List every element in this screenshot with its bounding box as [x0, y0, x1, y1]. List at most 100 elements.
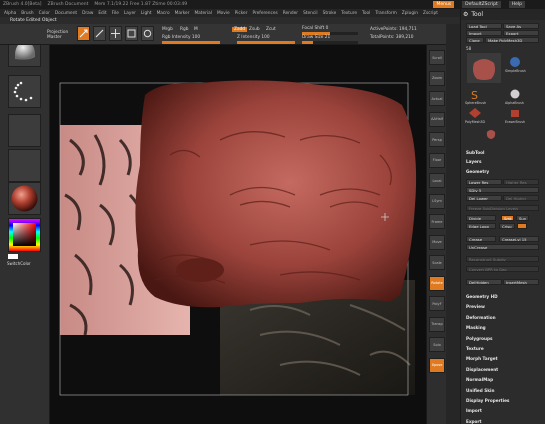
projection-master-button[interactable]: Projection Master: [47, 30, 73, 40]
draw-button[interactable]: [93, 26, 106, 41]
crease-level-slider[interactable]: CreaseLvl 15: [499, 236, 539, 242]
import-button[interactable]: Import: [466, 30, 502, 36]
menu-zscript[interactable]: Zscript: [423, 11, 438, 16]
crease-button[interactable]: Crease: [466, 236, 496, 242]
scale-button[interactable]: [125, 26, 138, 41]
divide-button[interactable]: Divide: [466, 215, 496, 221]
menu-stroke[interactable]: Stroke: [323, 11, 337, 16]
help-button[interactable]: Help: [508, 1, 525, 8]
default-zscript-button[interactable]: DefaultZScript: [462, 1, 501, 8]
section-displacement[interactable]: Displacement: [466, 367, 498, 372]
tool-thumb-simplebrush[interactable]: [507, 55, 523, 69]
section-preview[interactable]: Preview: [466, 304, 485, 309]
section-deformation[interactable]: Deformation: [466, 315, 496, 320]
zadd-toggle[interactable]: Zadd: [232, 27, 248, 32]
tool-thumb-spherebrush[interactable]: S: [467, 87, 483, 101]
menu-transform[interactable]: Transform: [375, 11, 396, 16]
swatch-white[interactable]: [8, 254, 18, 259]
disp-toggle[interactable]: [517, 223, 527, 229]
color-picker[interactable]: [8, 218, 41, 252]
view-scale-button[interactable]: Scale: [429, 255, 445, 270]
alpha-selector[interactable]: [8, 114, 41, 147]
menu-render[interactable]: Render: [283, 11, 298, 16]
menu-tool[interactable]: Tool: [362, 11, 370, 16]
menu-edit[interactable]: Edit: [98, 11, 106, 16]
suv-toggle[interactable]: Suv: [516, 215, 529, 221]
view-zoom-button[interactable]: Zoom: [429, 70, 445, 86]
stroke-selector[interactable]: [8, 75, 41, 108]
reconstruct-subdiv-button[interactable]: Reconstruct Subdiv: [466, 256, 539, 262]
view-solo-button[interactable]: Solo: [429, 337, 445, 352]
del-hidden-button[interactable]: DelHidden: [466, 279, 502, 285]
menu-brush[interactable]: Brush: [21, 11, 33, 16]
view-aahalf-button[interactable]: AAHalf: [429, 111, 445, 127]
freeze-subdivision-button[interactable]: Freeze SubDivision Levels: [466, 205, 539, 211]
sdiv-slider[interactable]: SDiv 5: [466, 187, 539, 193]
switch-color-button[interactable]: SwitchColor: [7, 261, 31, 266]
edit-button[interactable]: [77, 26, 90, 41]
section-normalmap[interactable]: NormalMap: [466, 377, 493, 382]
menu-stencil[interactable]: Stencil: [303, 11, 318, 16]
save-as-button[interactable]: Save As: [503, 23, 539, 29]
material-selector[interactable]: [8, 182, 41, 215]
tool-thumb-current[interactable]: [467, 53, 501, 83]
insert-mesh-button[interactable]: InsertMesh: [503, 279, 539, 285]
menu-alpha[interactable]: Alpha: [4, 11, 16, 16]
del-lower-button[interactable]: Del Lower: [466, 195, 502, 201]
tool-thumb-alphabrush[interactable]: [507, 87, 523, 101]
view-transp-button[interactable]: Transp: [429, 316, 445, 332]
section-import[interactable]: Import: [466, 408, 482, 413]
view-frame-button[interactable]: Frame: [429, 214, 445, 229]
subtool-section[interactable]: SubTool: [466, 150, 484, 155]
section-unified-skin[interactable]: Unified Skin: [466, 388, 494, 393]
lower-res-button[interactable]: Lower Res: [466, 179, 502, 185]
del-higher-button[interactable]: Del Higher: [503, 195, 539, 201]
document-canvas[interactable]: [50, 45, 426, 424]
view-xpose-button[interactable]: Xpose: [429, 357, 445, 373]
rgb-toggle[interactable]: Rgb: [180, 27, 188, 32]
view-move-button[interactable]: Move: [429, 234, 445, 250]
section-geometry-hd[interactable]: Geometry HD: [466, 294, 498, 299]
section-display-properties[interactable]: Display Properties: [466, 398, 509, 403]
menu-texture[interactable]: Texture: [341, 11, 357, 16]
view-floor-button[interactable]: Floor: [429, 152, 445, 168]
menu-preferences[interactable]: Preferences: [252, 11, 277, 16]
edge-loop-button[interactable]: Edge Loop: [466, 223, 496, 229]
view-scroll-button[interactable]: Scroll: [429, 50, 445, 65]
export-button[interactable]: Export: [503, 30, 539, 36]
convert-bpr-button[interactable]: Convert BPR to Geo: [466, 266, 539, 272]
section-masking[interactable]: Masking: [466, 325, 486, 330]
smt-toggle[interactable]: Smt: [501, 215, 514, 221]
view-actual-button[interactable]: Actual: [429, 91, 445, 106]
zcut-toggle[interactable]: Zcut: [266, 27, 276, 32]
menu-movie[interactable]: Movie: [217, 11, 230, 16]
view-lsym-button[interactable]: LSym: [429, 193, 445, 209]
load-tool-button[interactable]: Load Tool: [466, 23, 502, 29]
menu-macro[interactable]: Macro: [157, 11, 170, 16]
menus-button[interactable]: Menus: [433, 1, 455, 8]
menu-material[interactable]: Material: [194, 11, 211, 16]
menu-marker[interactable]: Marker: [175, 11, 190, 16]
uncrease-button[interactable]: UnCrease: [466, 244, 539, 250]
menu-document[interactable]: Document: [55, 11, 77, 16]
menu-light[interactable]: Light: [141, 11, 152, 16]
view-local-button[interactable]: Local: [429, 173, 445, 188]
clone-button[interactable]: Clone: [466, 37, 484, 43]
crisp-button[interactable]: Crisp: [499, 223, 515, 229]
m-toggle[interactable]: M: [194, 27, 198, 32]
tool-thumb-polymesh[interactable]: [467, 106, 483, 120]
section-texture[interactable]: Texture: [466, 346, 484, 351]
geometry-section[interactable]: Geometry: [466, 169, 489, 174]
rgb-intensity-slider[interactable]: [162, 41, 220, 44]
menu-layer[interactable]: Layer: [124, 11, 136, 16]
tool-thumb-eraserbrush[interactable]: [507, 106, 523, 120]
view-persp-button[interactable]: Persp: [429, 132, 445, 147]
move-button[interactable]: [109, 26, 122, 41]
section-export[interactable]: Export: [466, 419, 482, 424]
z-intensity-slider[interactable]: [237, 41, 295, 44]
menu-draw[interactable]: Draw: [82, 11, 93, 16]
view-polyf-button[interactable]: PolyF: [429, 296, 445, 311]
mrgb-toggle[interactable]: Mrgb: [162, 27, 173, 32]
menu-color[interactable]: Color: [39, 11, 50, 16]
menu-zplugin[interactable]: Zplugin: [402, 11, 418, 16]
